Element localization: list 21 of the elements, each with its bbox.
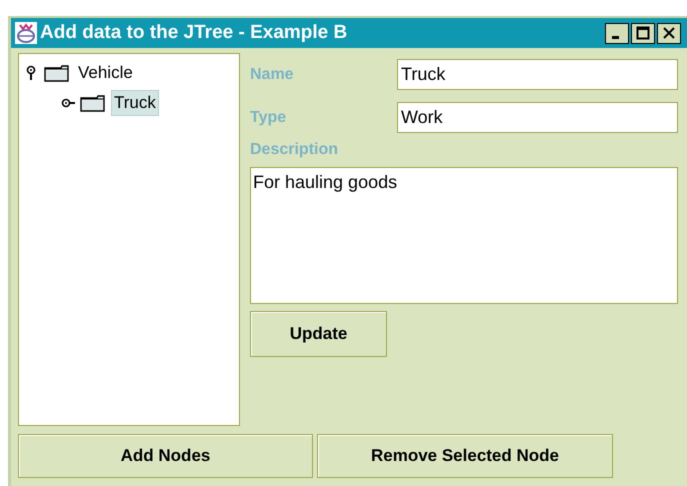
maximize-icon (636, 26, 650, 40)
type-label: Type (250, 108, 288, 126)
window-title: Add data to the JTree - Example B (40, 22, 348, 44)
description-label: Description (250, 141, 340, 160)
app-icon (15, 22, 37, 44)
type-field[interactable]: Work (397, 102, 678, 133)
minimize-icon (612, 36, 618, 38)
remove-node-button[interactable]: Remove Selected Node (317, 434, 613, 478)
close-button[interactable] (657, 22, 681, 44)
maximize-button[interactable] (631, 22, 655, 44)
description-field[interactable]: For hauling goods (250, 167, 678, 304)
tree-node[interactable]: Truck (111, 90, 159, 116)
close-icon (662, 26, 676, 40)
name-label: Name (250, 66, 295, 84)
folder-icon (80, 94, 106, 112)
minimize-button[interactable] (605, 22, 629, 44)
name-field[interactable]: Truck (397, 59, 678, 90)
folder-icon (44, 64, 70, 82)
update-button[interactable]: Update (250, 311, 387, 357)
add-nodes-button[interactable]: Add Nodes (18, 434, 313, 478)
tree-node[interactable]: Vehicle (75, 60, 136, 86)
